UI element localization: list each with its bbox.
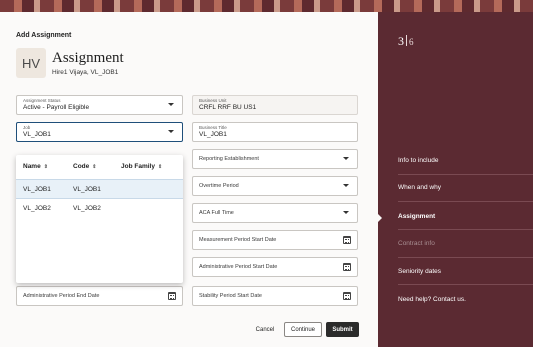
job-label: Job <box>23 125 31 130</box>
chevron-down-icon[interactable] <box>168 130 174 133</box>
nav-item-assignment[interactable]: Assignment <box>398 213 533 227</box>
list-item[interactable]: VL_JOB2 VL_JOB2 <box>16 199 183 219</box>
stability-period-start-date-field[interactable]: Stability Period Start Date <box>192 286 358 306</box>
business-title-field[interactable]: Business Title VL_JOB1 <box>192 122 358 142</box>
nav-divider <box>398 201 533 202</box>
chevron-down-icon <box>343 157 349 160</box>
job-name: VL_JOB1 <box>23 186 51 193</box>
reporting-establishment-placeholder: Reporting Establishment <box>199 156 259 162</box>
calendar-icon[interactable] <box>343 236 351 244</box>
nav-divider <box>398 257 533 258</box>
business-unit-field: Business Unit CRFL RRF BU US1 <box>192 95 358 115</box>
column-header-name-label: Name <box>23 163 41 170</box>
calendar-icon[interactable] <box>343 292 351 300</box>
nav-divider <box>398 174 533 175</box>
measurement-period-start-date-field[interactable]: Measurement Period Start Date <box>192 230 358 250</box>
section-heading: Assignment <box>52 50 124 66</box>
sort-icon[interactable]: ⇕ <box>44 164 48 170</box>
column-header-code[interactable]: Code ⇕ <box>73 163 96 170</box>
sort-icon[interactable]: ⇕ <box>158 164 162 170</box>
business-unit-value: CRFL RRF BU US1 <box>199 104 257 111</box>
decorative-banner <box>0 0 533 12</box>
total-steps: 6 <box>409 37 414 47</box>
job-dropdown-list: Name ⇕ Code ⇕ Job Family ⇕ VL_JOB1 VL_JOB1 … <box>16 155 183 283</box>
administrative-period-start-date-placeholder: Administrative Period Start Date <box>199 264 278 270</box>
business-title-value[interactable]: VL_JOB1 <box>199 131 227 138</box>
administrative-period-end-date-field[interactable]: Administrative Period End Date <box>16 286 183 306</box>
aca-full-time-select[interactable]: ACA Full Time <box>192 203 358 223</box>
page-title: Add Assignment <box>16 32 72 39</box>
administrative-period-end-date-placeholder: Administrative Period End Date <box>23 293 100 299</box>
assignment-status-select[interactable]: Assignment Status Active - Payroll Eligi… <box>16 95 183 115</box>
business-unit-label: Business Unit <box>199 98 227 103</box>
help-contact-link[interactable]: Need help? Contact us. <box>398 296 533 310</box>
calendar-icon[interactable] <box>343 263 351 271</box>
reporting-establishment-select[interactable]: Reporting Establishment <box>192 149 358 169</box>
aca-full-time-placeholder: ACA Full Time <box>199 210 234 216</box>
assignment-status-label: Assignment Status <box>23 98 61 103</box>
avatar: HV <box>16 48 46 78</box>
sort-icon[interactable]: ⇕ <box>92 164 96 170</box>
job-name: VL_JOB2 <box>23 205 51 212</box>
administrative-period-start-date-field[interactable]: Administrative Period Start Date <box>192 257 358 277</box>
nav-item-seniority-dates[interactable]: Seniority dates <box>398 268 533 282</box>
chevron-down-icon <box>168 103 174 106</box>
step-navigation-sidebar: 36 Info to include When and why Assignme… <box>378 12 533 347</box>
job-code: VL_JOB1 <box>73 186 101 193</box>
job-code: VL_JOB2 <box>73 205 101 212</box>
column-header-job-family[interactable]: Job Family ⇕ <box>121 163 162 170</box>
assignment-status-value: Active - Payroll Eligible <box>23 104 90 111</box>
column-header-name[interactable]: Name ⇕ <box>23 163 48 170</box>
column-header-code-label: Code <box>73 163 90 170</box>
measurement-period-start-date-placeholder: Measurement Period Start Date <box>199 237 277 243</box>
list-item[interactable]: VL_JOB1 VL_JOB1 <box>16 179 183 199</box>
nav-divider <box>398 229 533 230</box>
stability-period-start-date-placeholder: Stability Period Start Date <box>199 293 262 299</box>
person-subheading: Hire1 Vijaya, VL_JOB1 <box>52 69 119 76</box>
submit-button[interactable]: Submit <box>326 322 359 337</box>
job-combobox[interactable]: Job VL_JOB1 <box>16 122 183 142</box>
chevron-down-icon <box>343 211 349 214</box>
step-divider <box>406 35 407 46</box>
step-counter: 36 <box>398 34 414 49</box>
nav-item-when-and-why[interactable]: When and why <box>398 184 533 198</box>
business-title-label: Business Title <box>199 125 227 130</box>
calendar-icon[interactable] <box>168 292 176 300</box>
continue-button[interactable]: Continue <box>284 322 322 337</box>
chevron-down-icon <box>343 184 349 187</box>
overtime-period-placeholder: Overtime Period <box>199 183 239 189</box>
assignment-form-panel: Add Assignment HV Assignment Hire1 Vijay… <box>0 12 378 347</box>
active-step-pointer-icon <box>378 214 382 222</box>
overtime-period-select[interactable]: Overtime Period <box>192 176 358 196</box>
current-step: 3 <box>398 34 404 48</box>
nav-item-contract-info: Contract info <box>398 240 435 247</box>
column-header-job-family-label: Job Family <box>121 163 155 170</box>
nav-divider <box>398 284 533 285</box>
nav-item-info-to-include[interactable]: Info to include <box>398 157 533 171</box>
job-input-value[interactable]: VL_JOB1 <box>23 131 51 138</box>
cancel-button[interactable]: Cancel <box>252 323 278 337</box>
